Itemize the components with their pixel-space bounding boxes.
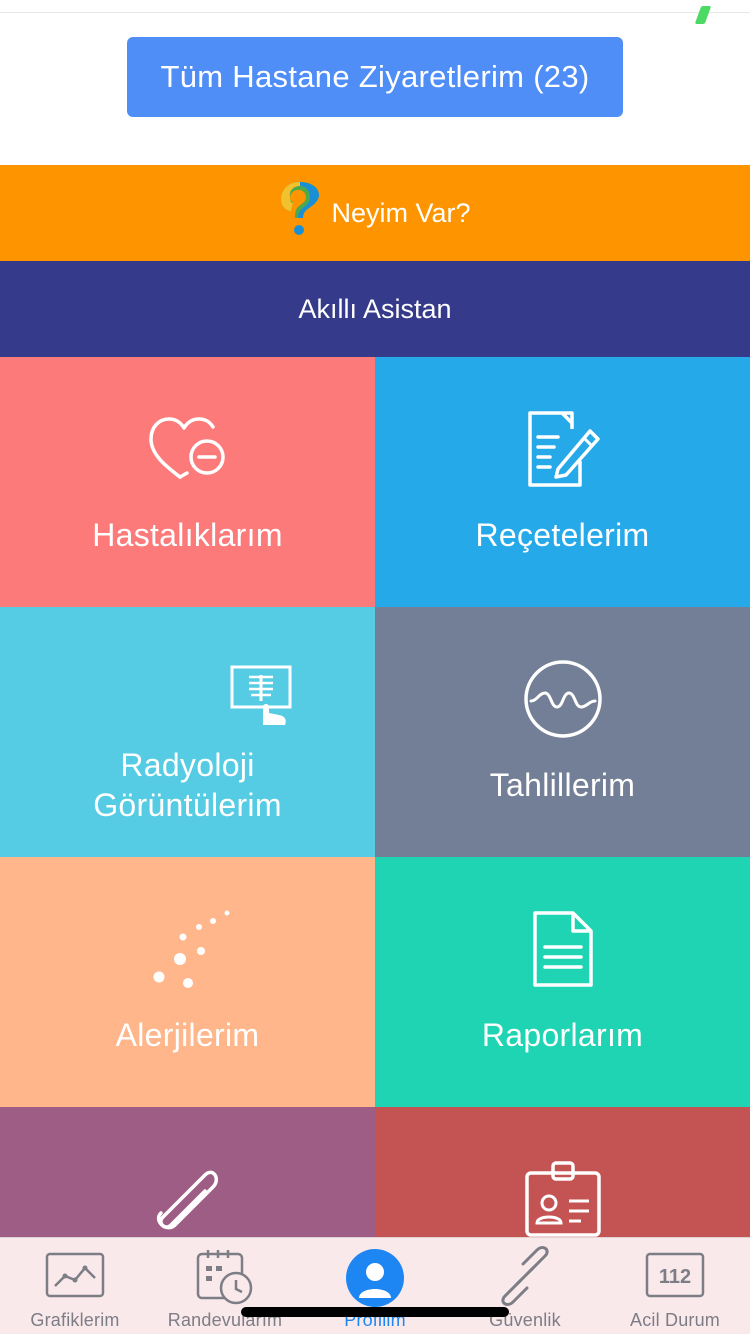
battery-icon (694, 6, 712, 24)
tile-radiology-label-line1: Radyoloji (120, 747, 255, 783)
tab-emergency[interactable]: 112 Acil Durum (600, 1238, 750, 1334)
tile-radiology[interactable]: Radyoloji Görüntülerim (0, 607, 375, 857)
profile-icon (346, 1249, 404, 1307)
chart-icon (45, 1252, 105, 1298)
particles-icon (153, 910, 229, 988)
wave-circle-icon (523, 660, 602, 738)
tab-security[interactable]: Güvenlik (450, 1238, 600, 1334)
tile-allergies[interactable]: Alerjilerim (0, 857, 375, 1107)
tile-radiology-label-line2: Görüntülerim (93, 787, 282, 823)
tile-diseases-label: Hastalıklarım (92, 517, 283, 553)
xray-icon (230, 665, 292, 725)
question-balloon-logo-icon (281, 182, 320, 235)
bottom-tab-bar: Grafiklerim Randevularım Profilim Güvenl… (0, 1237, 750, 1334)
prescription-edit-icon (527, 411, 600, 487)
tab-appointments[interactable]: Randevularım (150, 1238, 300, 1334)
id-badge-icon (524, 1161, 601, 1237)
tile-lab-results-label: Tahlillerim (489, 767, 636, 803)
smart-assistant-banner[interactable]: Akıllı Asistan (0, 261, 750, 357)
tab-profile[interactable]: Profilim (300, 1238, 450, 1334)
menu-grid: Hastalıklarım Reçetelerim Radyoloji Görü… (0, 357, 750, 1334)
status-divider (0, 12, 750, 13)
tab-emergency-label: Acil Durum (629, 1310, 720, 1330)
neyim-var-banner[interactable]: Neyim Var? (0, 165, 750, 261)
tile-reports[interactable]: Raporlarım (375, 857, 750, 1107)
tile-prescriptions[interactable]: Reçetelerim (375, 357, 750, 607)
tile-lab-results[interactable]: Tahlillerim (375, 607, 750, 857)
heart-minus-icon (148, 417, 225, 479)
paperclip-icon (156, 1170, 218, 1230)
all-hospital-visits-button[interactable]: Tüm Hastane Ziyaretlerim (23) (127, 37, 623, 117)
tab-charts[interactable]: Grafiklerim (0, 1238, 150, 1334)
calendar-clock-icon (196, 1250, 253, 1305)
emergency-112-icon: 112 (645, 1252, 705, 1298)
status-bar (0, 0, 750, 24)
link-icon (501, 1246, 549, 1306)
tile-reports-label: Raporlarım (481, 1017, 644, 1053)
smart-assistant-label: Akıllı Asistan (298, 293, 452, 324)
home-indicator[interactable] (241, 1307, 509, 1317)
neyim-var-label: Neyim Var? (331, 197, 471, 228)
screen: Tüm Hastane Ziyaretlerim (23) Neyim Var?… (0, 0, 750, 1334)
emergency-badge-text: 112 (659, 1266, 691, 1288)
document-icon (532, 911, 593, 987)
tile-prescriptions-label: Reçetelerim (475, 517, 650, 553)
tile-allergies-label: Alerjilerim (115, 1017, 260, 1053)
tile-diseases[interactable]: Hastalıklarım (0, 357, 375, 607)
tab-charts-label: Grafiklerim (30, 1310, 120, 1330)
